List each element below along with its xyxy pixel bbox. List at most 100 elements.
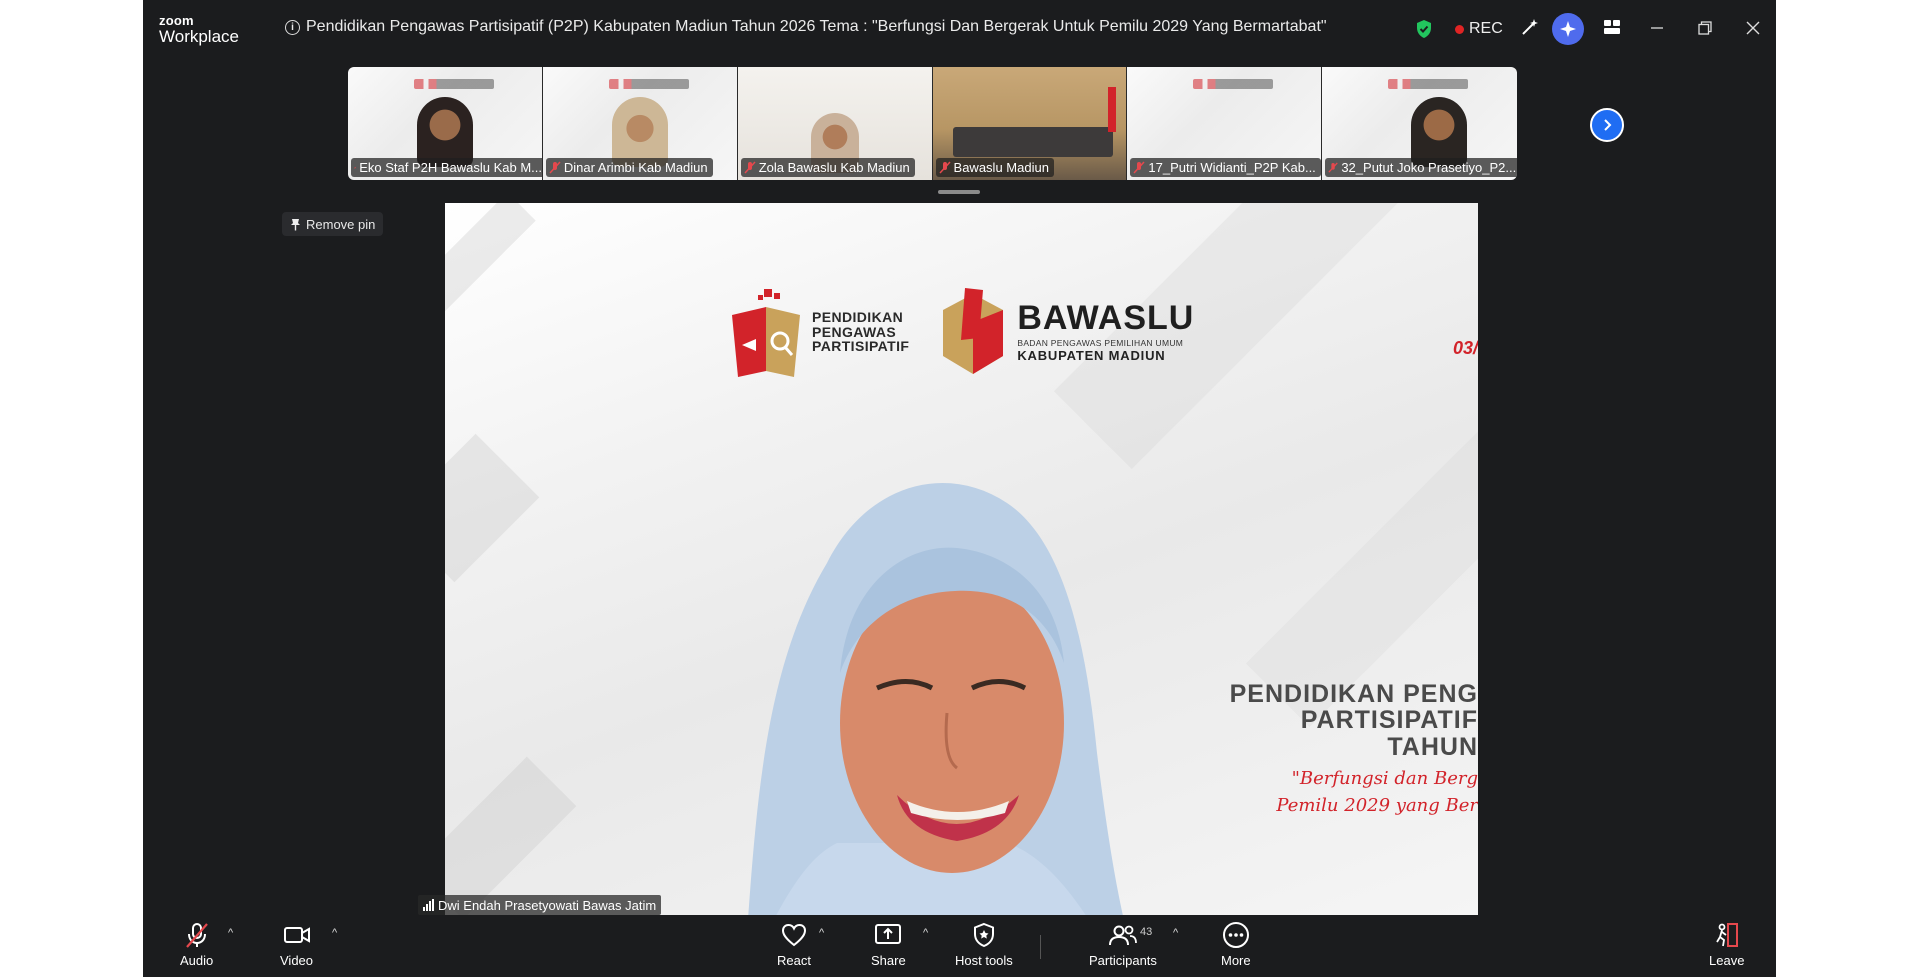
- logo-bottom-text: Workplace: [159, 27, 239, 46]
- muted-mic-icon: [354, 166, 357, 169]
- recording-indicator[interactable]: REC: [1455, 20, 1503, 38]
- react-options-caret-icon[interactable]: ^: [819, 927, 824, 939]
- muted-mic-icon: [744, 160, 756, 174]
- participant-name: Zola Bawaslu Kab Madiun: [758, 160, 910, 175]
- p2p-line-2: PENGAWAS: [812, 323, 897, 340]
- participants-options-caret-icon[interactable]: ^: [1173, 927, 1178, 939]
- bawaslu-region: KABUPATEN MADIUN: [1017, 348, 1166, 363]
- slide-quote-line-2: Pemilu 2029 yang Ber: [1276, 795, 1478, 816]
- leave-door-icon: [1715, 923, 1738, 947]
- flag-shape: [1107, 87, 1116, 132]
- participant-name: Dinar Arimbi Kab Madiun: [563, 160, 708, 175]
- meeting-controls-toolbar: Audio ^ Video ^ React ^ Share ^ Host too…: [143, 915, 1776, 977]
- encryption-shield-icon[interactable]: [1415, 19, 1433, 44]
- more-options-icon: [1222, 922, 1249, 948]
- slide-date-fragment: 03/: [1452, 338, 1478, 358]
- muted-mic-icon: [938, 160, 951, 174]
- bawaslu-text: BAWASLU BADAN PENGAWAS PEMILIHAN UMUM KA…: [1017, 301, 1194, 363]
- next-page-button[interactable]: [1590, 108, 1624, 142]
- slide-header-logos: PENDIDIKAN PENGAWAS PARTISIPATIF BAWASLU…: [728, 285, 1194, 379]
- book-logo-icon: [732, 289, 800, 377]
- strip-resize-handle[interactable]: [938, 190, 980, 194]
- minimize-icon: [1651, 27, 1663, 29]
- participant-video: [611, 97, 668, 167]
- p2p-line-1: PENDIDIKAN: [812, 308, 904, 325]
- bawaslu-logo: BAWASLU BADAN PENGAWAS PEMILIHAN UMUM KA…: [939, 286, 1194, 378]
- leave-button[interactable]: Leave: [1709, 921, 1744, 968]
- meeting-title[interactable]: i Pendidikan Pengawas Partisipatif (P2P)…: [285, 18, 1327, 36]
- more-button[interactable]: More: [1221, 921, 1251, 968]
- participant-thumbnail-strip: Eko Staf P2H Bawaslu Kab M... Dinar Arim…: [348, 67, 1517, 180]
- slide-title: PENDIDIKAN PENG PARTISIPATIF TAHUN: [1230, 681, 1478, 760]
- participant-name: 17_Putri Widianti_P2P Kab...: [1148, 160, 1316, 175]
- participant-name: Bawaslu Madiun: [953, 160, 1049, 175]
- background-stripe: [445, 756, 577, 915]
- muted-mic-icon: [549, 160, 561, 174]
- close-button[interactable]: [1743, 18, 1763, 38]
- connection-signal-icon: [423, 899, 434, 911]
- participants-label: Participants: [1089, 953, 1157, 968]
- participant-thumbnail[interactable]: Dinar Arimbi Kab Madiun: [542, 67, 738, 180]
- slide-title-line-3: TAHUN: [1387, 732, 1478, 761]
- slide-quote-line-1: "Berfungsi dan Berg: [1291, 768, 1478, 789]
- close-icon: [1746, 21, 1760, 35]
- host-tools-label: Host tools: [955, 953, 1013, 968]
- share-screen-icon: [875, 924, 902, 944]
- video-options-caret-icon[interactable]: ^: [332, 927, 337, 939]
- share-button[interactable]: Share: [871, 921, 906, 968]
- heart-icon: [781, 923, 806, 947]
- audio-label: Audio: [180, 953, 214, 968]
- magic-wand-icon[interactable]: [1519, 16, 1541, 38]
- zoom-window: zoom Workplace i Pendidikan Pengawas Par…: [143, 0, 1776, 977]
- speaker-figure: [748, 483, 1123, 915]
- leave-label: Leave: [1709, 953, 1745, 968]
- pin-icon: [291, 218, 300, 230]
- video-label: Video: [280, 953, 314, 968]
- muted-mic-icon: [185, 923, 208, 948]
- audio-options-caret-icon[interactable]: ^: [228, 927, 233, 939]
- shield-icon: [973, 922, 994, 948]
- remove-pin-button[interactable]: Remove pin: [282, 212, 384, 236]
- participant-name: Eko Staf P2H Bawaslu Kab M...: [359, 160, 542, 175]
- video-camera-icon: [283, 927, 310, 943]
- p2p-line-3: PARTISIPATIF: [812, 338, 910, 355]
- view-grid-icon[interactable]: [1601, 16, 1623, 38]
- restore-button[interactable]: [1695, 18, 1715, 38]
- sparkle-icon: [1560, 21, 1576, 37]
- rec-label: REC: [1469, 20, 1503, 37]
- active-speaker-video[interactable]: PENDIDIKAN PENGAWAS PARTISIPATIF BAWASLU…: [445, 203, 1478, 915]
- participant-video: [1411, 97, 1468, 167]
- participant-name: 32_Putut Joko Prasetiyo_P2...: [1341, 160, 1517, 175]
- slide-logo-thumb: [608, 79, 689, 89]
- participant-nameplate: 17_Putri Widianti_P2P Kab...: [1130, 158, 1321, 177]
- toolbar-divider: [1040, 935, 1041, 959]
- participant-thumbnail[interactable]: Bawaslu Madiun: [932, 67, 1128, 180]
- participant-video: [952, 127, 1113, 157]
- minimize-button[interactable]: [1647, 18, 1667, 38]
- participant-thumbnail[interactable]: Zola Bawaslu Kab Madiun: [737, 67, 933, 180]
- share-label: Share: [871, 953, 906, 968]
- participant-thumbnail[interactable]: 32_Putut Joko Prasetiyo_P2...: [1322, 67, 1517, 180]
- muted-mic-icon: [1133, 160, 1145, 174]
- participant-nameplate: Zola Bawaslu Kab Madiun: [740, 158, 915, 177]
- ai-companion-button[interactable]: [1552, 13, 1584, 45]
- participant-thumbnail[interactable]: 17_Putri Widianti_P2P Kab...: [1127, 67, 1323, 180]
- share-options-caret-icon[interactable]: ^: [923, 927, 928, 939]
- slide-logo-thumb: [414, 79, 494, 89]
- zoom-workplace-logo: zoom Workplace: [159, 14, 239, 45]
- react-label: React: [777, 953, 811, 968]
- bawaslu-subtitle: BADAN PENGAWAS PEMILIHAN UMUM: [1017, 338, 1184, 348]
- react-button[interactable]: React: [777, 921, 811, 968]
- participant-nameplate: 32_Putut Joko Prasetiyo_P2...: [1325, 158, 1517, 177]
- restore-icon: [1698, 21, 1712, 35]
- info-icon[interactable]: i: [285, 19, 300, 35]
- audio-button[interactable]: Audio: [180, 921, 213, 968]
- participant-nameplate: Bawaslu Madiun: [935, 158, 1054, 177]
- title-bar: zoom Workplace i Pendidikan Pengawas Par…: [143, 0, 1776, 56]
- background-stripe: [445, 203, 536, 334]
- video-button[interactable]: Video: [280, 921, 313, 968]
- host-tools-button[interactable]: Host tools: [955, 921, 1013, 968]
- participant-thumbnail[interactable]: Eko Staf P2H Bawaslu Kab M...: [348, 67, 543, 180]
- participants-icon: [1108, 925, 1137, 946]
- slide-logo-thumb: [1193, 79, 1274, 89]
